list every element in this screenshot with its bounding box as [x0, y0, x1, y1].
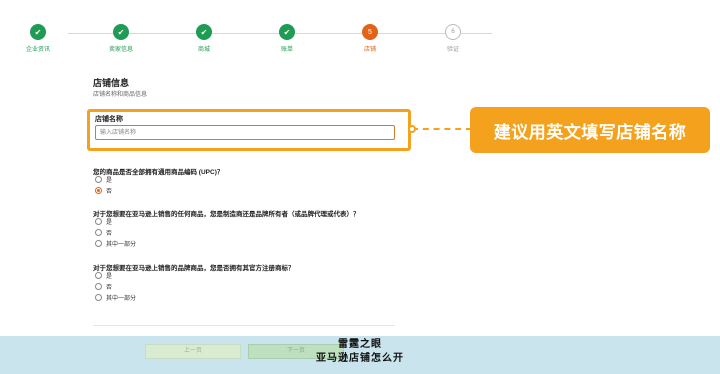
form-divider [93, 325, 395, 326]
radio-label: 否 [106, 285, 113, 291]
step-label: 卖家信息 [108, 47, 133, 53]
question-trademark: 对于您想要在亚马逊上销售的品牌商品，您是否拥有其官方注册商标？ [93, 265, 295, 272]
watermark-line-2: 亚马逊店铺怎么开 [316, 353, 404, 364]
radio-label: 其中一部分 [106, 296, 137, 302]
step-label: 商城 [197, 47, 210, 53]
step-4: ✔ 账单 [257, 24, 317, 53]
radio-option[interactable]: 否 [95, 228, 112, 237]
radio-label: 是 [106, 274, 113, 280]
radio-button[interactable] [95, 218, 102, 225]
step-3: ✔ 商城 [174, 24, 234, 53]
step-label: 店铺 [363, 47, 376, 53]
registration-stepper: ✔ 企业资讯 ✔ 卖家信息 ✔ 商城 ✔ 账单 5 店铺 6 验证 [0, 0, 720, 62]
callout-connector [412, 128, 472, 130]
radio-option[interactable]: 否 [95, 186, 112, 195]
store-name-label: 店铺名称 [95, 116, 123, 123]
radio-label: 是 [106, 178, 113, 184]
check-icon: ✔ [279, 24, 295, 40]
step-6: 6 验证 [423, 24, 483, 53]
callout-connector-dot [408, 125, 416, 133]
radio-option[interactable]: 是 [95, 271, 112, 280]
radio-button[interactable] [95, 240, 102, 247]
radio-button[interactable] [95, 294, 102, 301]
radio-button[interactable] [95, 176, 102, 183]
radio-button[interactable] [95, 272, 102, 279]
radio-label: 其中一部分 [106, 242, 137, 248]
question-upc: 您的商品是否全部拥有通用商品编码 (UPC)？ [93, 169, 224, 176]
radio-label: 否 [106, 189, 113, 195]
step-label: 验证 [446, 47, 459, 53]
page-subtitle: 店铺名称和商品信息 [93, 92, 148, 98]
radio-label: 否 [106, 231, 113, 237]
radio-option[interactable]: 是 [95, 175, 112, 184]
radio-option[interactable]: 其中一部分 [95, 239, 136, 248]
previous-button[interactable]: 上一页 [145, 344, 241, 359]
watermark-line-1: 雷霆之眼 [338, 339, 382, 350]
step-1: ✔ 企业资讯 [8, 24, 68, 53]
watermark-caption: 雷霆之眼 亚马逊店铺怎么开 [280, 338, 440, 366]
tip-callout: 建议用英文填写店铺名称 [470, 107, 710, 153]
step-2: ✔ 卖家信息 [91, 24, 151, 53]
step-label: 企业资讯 [25, 47, 50, 53]
radio-label: 是 [106, 220, 113, 226]
radio-option[interactable]: 否 [95, 282, 112, 291]
radio-option[interactable]: 其中一部分 [95, 293, 136, 302]
store-name-input[interactable] [95, 125, 395, 140]
radio-button[interactable] [95, 229, 102, 236]
check-icon: ✔ [30, 24, 46, 40]
question-brand-owner: 对于您想要在亚马逊上销售的任何商品，您是制造商还是品牌所有者（或品牌代理或代表）… [93, 211, 360, 218]
step-number: 5 [362, 24, 378, 40]
page-title: 店铺信息 [93, 78, 130, 88]
check-icon: ✔ [113, 24, 129, 40]
check-icon: ✔ [196, 24, 212, 40]
radio-button[interactable] [95, 283, 102, 290]
step-number: 6 [445, 24, 461, 40]
radio-option[interactable]: 是 [95, 217, 112, 226]
step-label: 账单 [280, 47, 293, 53]
step-5: 5 店铺 [340, 24, 400, 53]
radio-button-selected[interactable] [95, 187, 102, 194]
